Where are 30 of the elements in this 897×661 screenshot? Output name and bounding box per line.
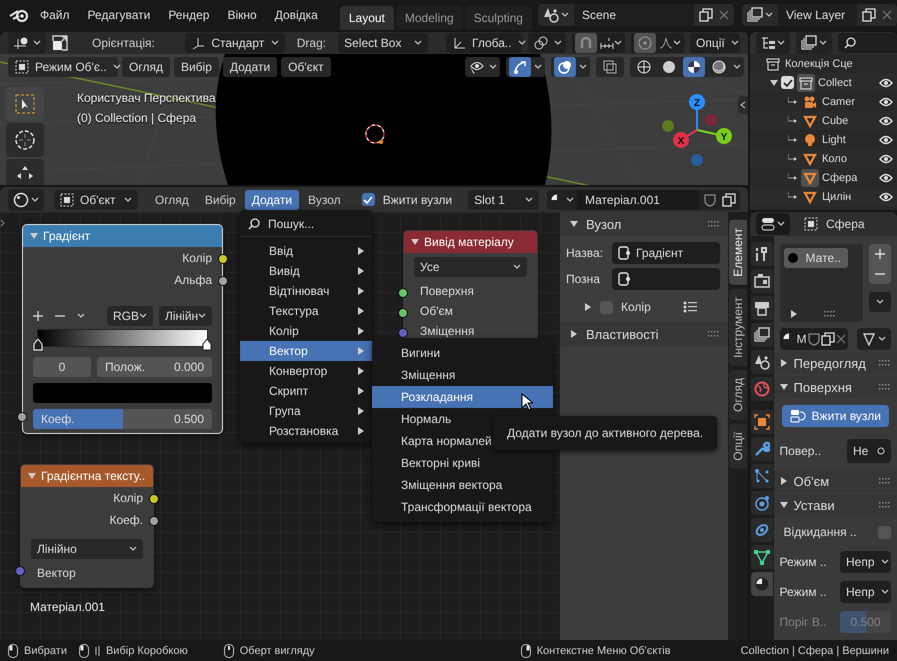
axis-label: Y xyxy=(720,132,728,143)
object-name: Сфера xyxy=(826,217,865,231)
field-label: Режим .. xyxy=(780,585,827,599)
socket-label: Коеф. xyxy=(109,513,143,527)
field-label: Режим .. xyxy=(780,555,827,569)
socket-label: Поверхня xyxy=(420,284,474,298)
socket-label: Колір xyxy=(182,251,212,265)
status-hint: Контекстне Меню Об'єктів xyxy=(536,644,671,656)
axis-label: Z xyxy=(694,98,700,109)
frame-label: Матеріал.001 xyxy=(30,600,105,614)
material-name: М xyxy=(796,332,807,346)
status-hint: Вибрати xyxy=(24,644,67,656)
socket-label: Колір xyxy=(113,491,143,505)
tooltip: Додати вузол до активного дерева. xyxy=(493,416,718,450)
axis-label: X xyxy=(678,136,684,147)
name-label: Назва: xyxy=(566,246,604,260)
orientation-label: Орієнтація: xyxy=(92,36,155,50)
status-info: Collection | Сфера | Вершини xyxy=(740,644,889,656)
label-label: Позна xyxy=(566,272,601,286)
socket-label: Альфа xyxy=(174,273,212,287)
status-hint: Оберт вигляду xyxy=(240,644,315,656)
field-label: Повер.. xyxy=(780,444,822,458)
scene-info: (0) Collection | Сфера xyxy=(77,111,196,125)
status-hint: Вибір Коробкою xyxy=(106,644,188,656)
socket-label: Зміщення xyxy=(420,324,474,338)
socket-label: Вектор xyxy=(37,566,76,580)
field-label: Поріг В.. xyxy=(780,615,827,629)
drag-label: Drag: xyxy=(296,36,326,50)
view-name: Користувач Перспектива xyxy=(77,91,216,105)
socket-label: Об'єм xyxy=(420,304,453,318)
